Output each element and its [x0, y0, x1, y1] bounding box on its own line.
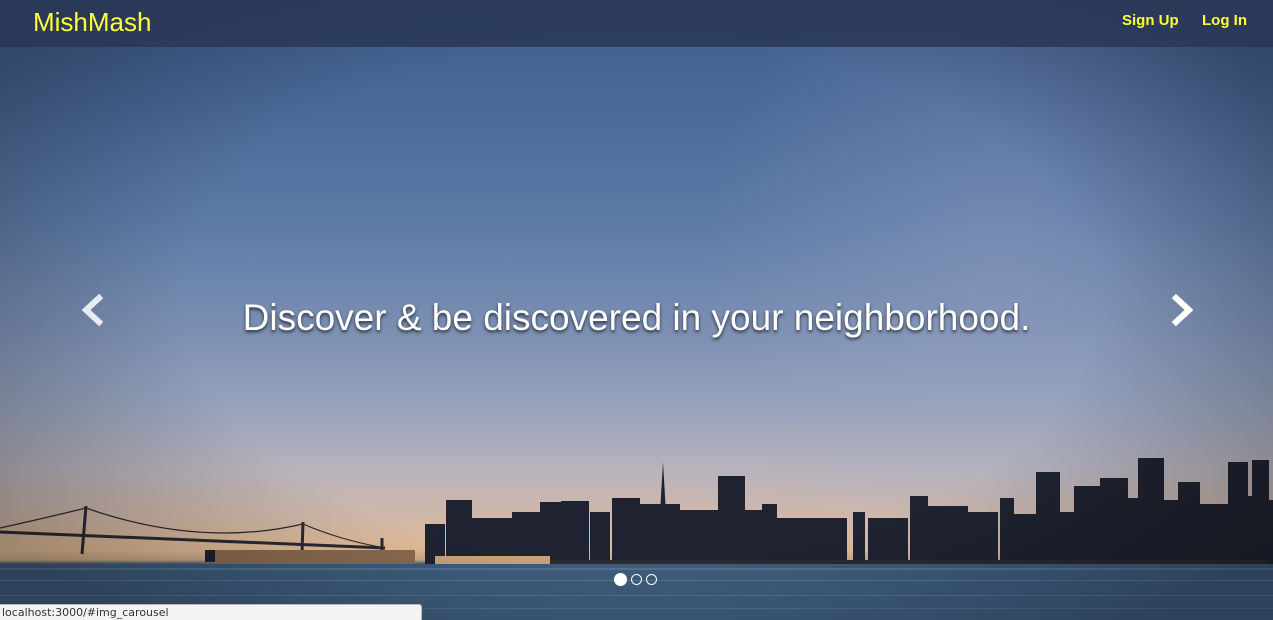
city-skyline-image: [0, 458, 1273, 620]
page: MishMash Sign Up Log In Discover & be di…: [0, 0, 1273, 620]
log-in-link[interactable]: Log In: [1202, 12, 1247, 30]
chevron-left-icon: [81, 293, 104, 327]
carousel-next-button[interactable]: [1163, 290, 1203, 330]
sign-up-link[interactable]: Sign Up: [1122, 12, 1179, 30]
carousel-indicators: [614, 573, 657, 588]
carousel-indicator-1[interactable]: [614, 573, 627, 586]
carousel-prev-button[interactable]: [72, 290, 112, 330]
brand-logo-link[interactable]: MishMash: [33, 6, 151, 38]
bay-bridge: [0, 505, 386, 555]
top-navbar: MishMash Sign Up Log In: [0, 0, 1273, 47]
carousel-indicator-2[interactable]: [631, 574, 642, 585]
browser-status-bar: localhost:3000/#img_carousel: [0, 604, 422, 620]
carousel-indicator-3[interactable]: [646, 574, 657, 585]
chevron-right-icon: [1171, 293, 1194, 327]
carousel-caption: Discover & be discovered in your neighbo…: [242, 297, 1031, 338]
